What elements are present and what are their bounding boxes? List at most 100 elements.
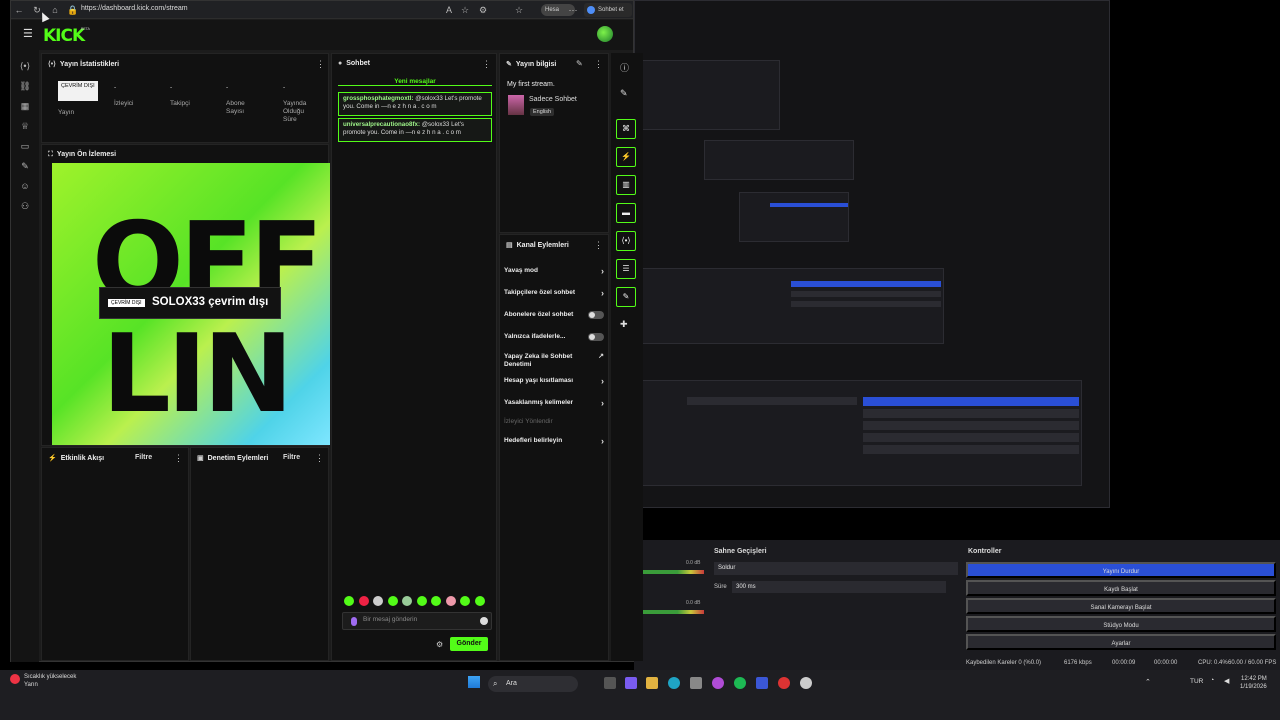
taskbar-search[interactable]: Ara [488, 676, 578, 692]
stat-label: Takipçi [170, 100, 190, 107]
clip-icon[interactable]: ⌘ [616, 119, 636, 139]
spotify-icon[interactable] [734, 677, 746, 689]
home-icon[interactable]: ⌂ [49, 4, 61, 16]
activity-menu-icon[interactable]: ⋮ [174, 453, 183, 464]
layers-icon[interactable]: ☰ [616, 259, 636, 279]
input-language[interactable]: TUR [1190, 678, 1203, 685]
chat-username[interactable]: universalprecautionao8fx: [343, 121, 420, 128]
offline-preview-image: OFF LIN ÇEVRİM DIŞI SOLOX33 çevrim dışı [52, 163, 330, 445]
app2-icon[interactable] [756, 677, 768, 689]
emote-icon[interactable] [359, 596, 369, 606]
emote-icon[interactable] [388, 596, 398, 606]
url-text[interactable]: https://dashboard.kick.com/stream [81, 5, 188, 12]
toggle-switch[interactable] [588, 333, 604, 341]
info-icon[interactable]: ⓘ [620, 61, 629, 74]
stop-stream-button[interactable]: Yayını Durdur [966, 562, 1276, 578]
raid-icon[interactable]: ⟨•⟩ [616, 231, 636, 251]
chat-settings-icon[interactable]: ⚙ [436, 640, 443, 649]
add-action-icon[interactable]: ✚ [620, 319, 628, 330]
copilot-chat-button[interactable]: Sohbet et [584, 3, 632, 17]
bot-icon[interactable]: ⚇ [19, 200, 31, 212]
emoji-icon[interactable] [480, 617, 488, 625]
send-button[interactable]: Gönder [450, 637, 488, 651]
emote-icon[interactable] [344, 596, 354, 606]
emote-icon[interactable] [402, 596, 412, 606]
favorites-icon[interactable]: ☆ [513, 4, 525, 16]
wrench-icon[interactable]: ✎ [616, 287, 636, 307]
activity-filter-button[interactable]: Filtre [135, 454, 152, 461]
emote-icon[interactable] [446, 596, 456, 606]
monetization-icon[interactable]: ▭ [19, 140, 31, 152]
action-banned-words[interactable]: Yasaklanmış kelimeler › [504, 399, 606, 408]
trash-icon[interactable]: ▥ [616, 175, 636, 195]
emote-icon[interactable] [431, 596, 441, 606]
clock[interactable]: 12:42 PM 1/19/2026 [1240, 675, 1267, 691]
kick-logo[interactable]: KICK [43, 26, 85, 46]
menu-icon[interactable]: ☰ [23, 29, 33, 40]
stream-info-title: ✎ Yayın bilgisi [506, 60, 556, 68]
microphone-icon[interactable] [351, 617, 357, 626]
chat-input[interactable] [363, 616, 473, 623]
emote-icon[interactable] [417, 596, 427, 606]
read-aloud-icon[interactable]: A [443, 4, 455, 16]
chat-input-box[interactable] [342, 612, 492, 630]
action-ai-moderation[interactable]: Yapay Zeka ile Sohbet Denetimi ↗ [504, 353, 604, 369]
chat-menu-icon[interactable]: ⋮ [482, 59, 491, 70]
start-recording-button[interactable]: Kaydı Başlat [966, 580, 1276, 596]
action-account-age[interactable]: Hesap yaşı kısıtlaması › [504, 377, 606, 386]
bolt-icon[interactable]: ⚡ [616, 147, 636, 167]
action-followers-only[interactable]: Takipçilere özel sohbet › [504, 289, 606, 298]
chat-username[interactable]: grossphosphategmoxtl: [343, 95, 413, 102]
network-icon[interactable]: ◔ [1210, 677, 1214, 684]
stream-category[interactable]: Sadece Sohbet [529, 96, 577, 103]
extensions-icon[interactable]: ⚙ [477, 4, 489, 16]
stat-value: - [114, 84, 117, 91]
emote-icon[interactable] [475, 596, 485, 606]
moderation-menu-icon[interactable]: ⋮ [315, 453, 324, 464]
app3-icon[interactable] [778, 677, 790, 689]
trophy-icon[interactable]: ♕ [19, 120, 31, 132]
start-icon[interactable] [468, 676, 480, 688]
transition-select[interactable]: Soldur [714, 562, 958, 575]
action-slow-mode[interactable]: Yavaş mod › [504, 267, 606, 276]
volume-icon[interactable]: ◀ [1224, 677, 1229, 685]
favorite-icon[interactable]: ☆ [459, 4, 471, 16]
task-view-icon[interactable] [604, 677, 616, 689]
pencil-icon[interactable]: ✎ [620, 88, 628, 99]
chat-message[interactable]: grossphosphategmoxtl: @solox33 Let's pro… [338, 92, 492, 116]
content-icon[interactable]: ▦ [19, 100, 31, 112]
chat-bubble-icon[interactable]: ▬ [616, 203, 636, 223]
explorer-icon[interactable] [646, 677, 658, 689]
settings-button[interactable]: Ayarlar [966, 634, 1276, 650]
wrench-icon[interactable]: ✎ [19, 160, 31, 172]
link-icon[interactable]: ⛓ [19, 80, 31, 92]
action-subscribers-only[interactable]: Abonelere özel sohbet [504, 311, 606, 319]
edge-icon[interactable] [668, 677, 680, 689]
external-link-icon: ↗ [598, 353, 604, 360]
more-icon[interactable]: ⋯ [567, 4, 579, 16]
obs-icon[interactable] [800, 677, 812, 689]
studio-mode-button[interactable]: Stüdyo Modu [966, 616, 1276, 632]
emote-icon[interactable] [373, 596, 383, 606]
toggle-switch[interactable] [588, 311, 604, 319]
stats-menu-icon[interactable]: ⋮ [316, 59, 325, 70]
copilot-icon[interactable] [625, 677, 637, 689]
community-icon[interactable]: ☺ [19, 180, 31, 192]
emote-icon[interactable] [460, 596, 470, 606]
stream-info-menu-icon[interactable]: ⋮ [594, 59, 603, 70]
stream-icon[interactable]: ⟨•⟩ [19, 60, 31, 72]
moderation-filter-button[interactable]: Filtre [283, 454, 300, 461]
action-goals[interactable]: Hedefleri belirleyin › [504, 437, 606, 446]
store-icon[interactable] [690, 677, 702, 689]
back-icon[interactable]: ← [13, 4, 25, 16]
chat-message[interactable]: universalprecautionao8fx: @solox33 Let's… [338, 118, 492, 142]
app-icon[interactable] [712, 677, 724, 689]
channel-actions-menu-icon[interactable]: ⋮ [594, 240, 603, 251]
action-emote-only[interactable]: Yalnızca ifadelerle... [504, 333, 606, 341]
virtual-camera-button[interactable]: Sanal Kamerayı Başlat [966, 598, 1276, 614]
edit-icon[interactable]: ✎ [576, 59, 583, 68]
weather-widget[interactable]: Sıcaklık yükselecek Yarın [24, 673, 76, 689]
tray-chevron-icon[interactable]: ⌃ [1145, 678, 1151, 686]
user-avatar[interactable] [597, 26, 613, 42]
duration-input[interactable]: 300 ms [732, 581, 946, 593]
